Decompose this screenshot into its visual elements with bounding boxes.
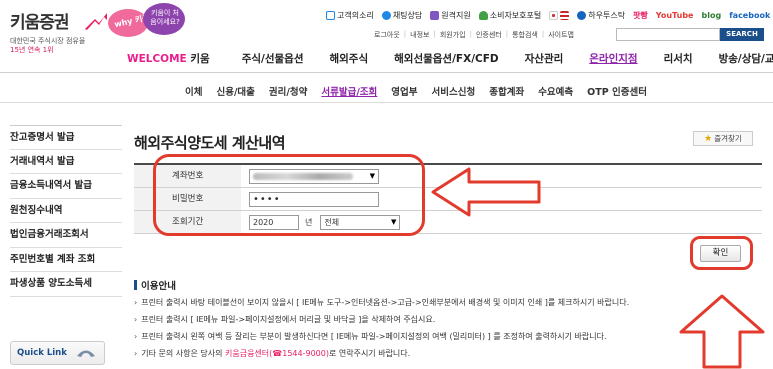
bullet-icon: › [134, 315, 138, 324]
util-remote[interactable]: 원격지원 [430, 10, 471, 21]
welcome-kiwoom[interactable]: WELCOME 키움 [127, 51, 210, 66]
account-links: 로그아웃 | 내정보 | 회원가입 | 인증센터 | 통합검색 | 사이트맵 [374, 30, 574, 40]
quick-link-label: Quick Link [17, 348, 67, 358]
lnb-documents[interactable]: 서류발급/조회 [321, 84, 377, 98]
lnb-sales-dept[interactable]: 영업부 [391, 84, 417, 98]
util-facebook[interactable]: facebook [729, 11, 770, 20]
gnb-overseas-stock[interactable]: 해외주식 [329, 51, 368, 66]
search-button[interactable]: SEARCH [720, 28, 764, 41]
sidebar-item-corporate-inquiry[interactable]: 법인금융거래조회서 [10, 223, 122, 248]
global-nav: WELCOME 키움 주식/선물옵션 해외주식 해외선물옵션/FX/CFD 자산… [127, 51, 773, 66]
left-arrow-annotation [431, 167, 541, 217]
lnb-credit-loan[interactable]: 신용/대출 [216, 84, 254, 98]
guide-list: › 프린터 출력시 바탕 테이블선이 보이지 않을시 [ IE메뉴 도구->인터… [134, 294, 754, 362]
kiwoom-logo[interactable]: 키움증권 대한민국 주식시장 점유율 15년 연속 1위 [10, 8, 107, 54]
lnb-demand-forecast[interactable]: 수요예측 [538, 84, 573, 98]
favorite-label: 즐겨찾기 [714, 134, 742, 143]
phone-icon [76, 350, 95, 357]
util-blog[interactable]: blog [701, 11, 721, 20]
gnb-broadcast[interactable]: 방송/상담/교육 [719, 51, 773, 66]
bullet-icon: › [134, 298, 138, 307]
my-info-link[interactable]: 내정보 [410, 30, 429, 40]
quick-link-button[interactable]: Quick Link [10, 341, 105, 365]
first-visit-label: 키움이 처음이세요? [150, 9, 180, 26]
gnb-research[interactable]: 리서치 [664, 51, 693, 66]
voice-icon [326, 11, 335, 20]
financial-center-link[interactable]: 키움금융센터(☎1544-9000) [225, 349, 329, 358]
guide-item: › 기타 문의 사항은 당사의 키움금융센터(☎1544-9000)로 연락주시… [134, 345, 754, 362]
korea-flag-icon [549, 11, 559, 20]
logo-arrow-icon [85, 13, 107, 30]
guide-title: 이용안내 [134, 278, 176, 292]
star-icon: ★ [704, 133, 713, 144]
util-podbbang[interactable]: 팟빵 [633, 10, 648, 21]
sidebar-item-withholding[interactable]: 원천징수내역 [10, 199, 122, 223]
chat-icon [381, 11, 391, 20]
util-howtostock[interactable]: 하우투스탁 [577, 10, 625, 21]
logo-tagline-highlight: 15년 연속 1위 [10, 46, 54, 54]
sidebar-item-balance-cert[interactable]: 잔고증명서 발급 [10, 125, 122, 150]
unified-search-link[interactable]: 통합검색 [512, 30, 538, 40]
lnb-rights[interactable]: 권리/청약 [269, 84, 307, 98]
sidebar: 잔고증명서 발급 거래내역서 발급 금융소득내역서 발급 원천징수내역 법인금융… [10, 125, 122, 297]
guide-item: › 프린터 출력시 바탕 테이블선이 보이지 않을시 [ IE메뉴 도구->인터… [134, 294, 754, 311]
logout-link[interactable]: 로그아웃 [374, 30, 400, 40]
logo-text: 키움증권 [10, 13, 70, 33]
util-youtube[interactable]: YouTube [656, 11, 694, 20]
gnb-overseas-futures[interactable]: 해외선물옵션/FX/CFD [394, 51, 499, 66]
lnb-transfer[interactable]: 이체 [185, 84, 202, 98]
why-kiwoom-bubble[interactable]: why 키움? [108, 9, 155, 37]
search-input[interactable] [616, 28, 720, 41]
sidebar-item-transaction-statement[interactable]: 거래내역서 발급 [10, 150, 122, 174]
guide-item: › 프린터 출력시 [ IE메뉴 파일->페이지설정에서 머리글 및 바닥글 ]… [134, 311, 754, 328]
util-chat[interactable]: 채팅상담 [381, 10, 422, 21]
util-voice[interactable]: 고객의소리 [326, 10, 374, 21]
usa-flag-icon [560, 11, 570, 20]
util-flags[interactable] [549, 11, 570, 20]
lnb-integrated-account[interactable]: 종합계좌 [489, 84, 524, 98]
lnb-service-request[interactable]: 서비스신청 [432, 84, 476, 98]
section-bar-icon [134, 280, 137, 290]
info-icon [577, 11, 587, 20]
bullet-icon: › [134, 332, 138, 341]
signup-link[interactable]: 회원가입 [440, 30, 466, 40]
cert-center-link[interactable]: 인증센터 [476, 30, 502, 40]
sidebar-item-derivatives-tax[interactable]: 파생상품 양도소득세 [10, 272, 122, 297]
gnb-stock-futures[interactable]: 주식/선물옵션 [242, 51, 304, 66]
util-consumer[interactable]: 소비자보호포털 [478, 10, 541, 21]
monitor-icon [430, 11, 440, 20]
sidebar-item-rrn-account[interactable]: 주민번호별 계좌 조회 [10, 248, 122, 272]
utility-links: 고객의소리 채팅상담 원격지원 소비자보호포털 하우투스탁 팟빵 YouTube… [326, 10, 770, 21]
bullet-icon: › [134, 349, 138, 358]
sidebar-item-financial-income[interactable]: 금융소득내역서 발급 [10, 174, 122, 199]
person-icon [478, 11, 488, 20]
confirm-button[interactable]: 확인 [700, 245, 741, 262]
form-highlight-annotation [153, 154, 425, 236]
first-visit-bubble[interactable]: 키움이 처음이세요? [143, 3, 185, 35]
gnb-online-branch[interactable]: 온라인지점 [589, 51, 637, 66]
lnb-otp-center[interactable]: OTP 인증센터 [587, 84, 647, 98]
page-title: 해외주식양도세 계산내역 [134, 134, 286, 152]
gnb-asset-management[interactable]: 자산관리 [525, 51, 564, 66]
sitemap-link[interactable]: 사이트맵 [548, 30, 574, 40]
favorite-button[interactable]: ★ 즐겨찾기 [693, 131, 753, 146]
guide-item: › 프린터 출력시 왼쪽 여백 등 잘리는 부분이 발생하신다면 [ IE메뉴 … [134, 328, 754, 345]
sub-nav: 이체 신용/대출 권리/청약 서류발급/조회 영업부 서비스신청 종합계좌 수요… [185, 84, 647, 98]
